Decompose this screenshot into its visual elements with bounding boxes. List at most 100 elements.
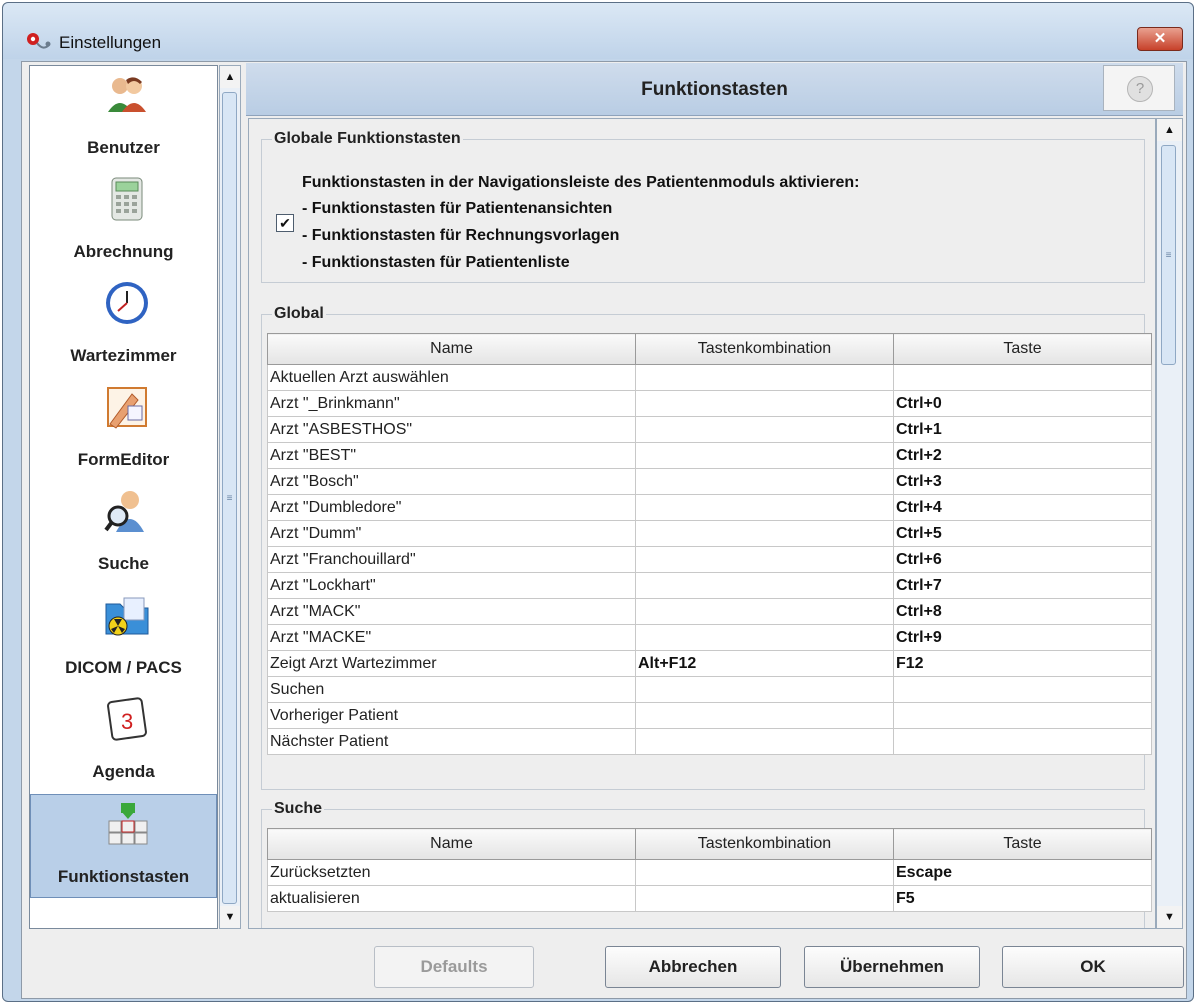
table-row[interactable]: Vorheriger Patient	[267, 702, 1152, 729]
cell-tastenkombination[interactable]	[635, 390, 894, 417]
column-header-tastenkombination[interactable]: Tastenkombination	[635, 828, 894, 860]
cell-tastenkombination[interactable]	[635, 442, 894, 469]
close-button[interactable]: ✕	[1137, 27, 1183, 51]
table-row[interactable]: aktualisieren F5	[267, 885, 1152, 912]
cell-taste[interactable]: Ctrl+3	[893, 468, 1152, 495]
table-row[interactable]: Aktuellen Arzt auswählen	[267, 364, 1152, 391]
sidebar-item-suche[interactable]: Suche	[30, 482, 217, 586]
table-row[interactable]: Arzt "Bosch" Ctrl+3	[267, 468, 1152, 495]
sidebar-item-dicom-pacs[interactable]: DICOM / PACS	[30, 586, 217, 690]
scroll-up-arrow-icon[interactable]: ▲	[1157, 119, 1182, 141]
table-row[interactable]: Zurücksetzten Escape	[267, 859, 1152, 886]
table-row[interactable]: Arzt "_Brinkmann" Ctrl+0	[267, 390, 1152, 417]
cell-taste[interactable]	[893, 728, 1152, 755]
cell-taste[interactable]: Ctrl+1	[893, 416, 1152, 443]
cell-name[interactable]: Arzt "Franchouillard"	[267, 546, 636, 573]
sidebar-item-benutzer[interactable]: Benutzer	[30, 66, 217, 170]
scroll-down-arrow-icon[interactable]: ▼	[220, 906, 240, 928]
sidebar-item-wartezimmer[interactable]: Wartezimmer	[30, 274, 217, 378]
cell-taste[interactable]: Ctrl+0	[893, 390, 1152, 417]
column-header-name[interactable]: Name	[267, 333, 636, 365]
cell-tastenkombination[interactable]	[635, 676, 894, 703]
cell-taste[interactable]: Ctrl+6	[893, 546, 1152, 573]
cell-taste[interactable]: Ctrl+7	[893, 572, 1152, 599]
apply-button[interactable]: Übernehmen	[804, 946, 980, 988]
column-header-tastenkombination[interactable]: Tastenkombination	[635, 333, 894, 365]
cancel-button[interactable]: Abbrechen	[605, 946, 781, 988]
table-row[interactable]: Zeigt Arzt Wartezimmer Alt+F12 F12	[267, 650, 1152, 677]
cell-name[interactable]: Suchen	[267, 676, 636, 703]
table-row[interactable]: Arzt "MACK" Ctrl+8	[267, 598, 1152, 625]
column-header-name[interactable]: Name	[267, 828, 636, 860]
sidebar-item-formeditor[interactable]: FormEditor	[30, 378, 217, 482]
defaults-button[interactable]: Defaults	[374, 946, 534, 988]
content-scroll-thumb[interactable]: ≡	[1161, 145, 1176, 365]
cell-tastenkombination[interactable]	[635, 885, 894, 912]
cell-name[interactable]: Aktuellen Arzt auswählen	[267, 364, 636, 391]
sidebar-item-funktionstasten[interactable]: Funktionstasten	[30, 794, 217, 898]
cell-taste[interactable]: Ctrl+5	[893, 520, 1152, 547]
cell-tastenkombination[interactable]	[635, 364, 894, 391]
column-header-taste[interactable]: Taste	[893, 333, 1152, 365]
cell-name[interactable]: Zeigt Arzt Wartezimmer	[267, 650, 636, 677]
cell-tastenkombination[interactable]	[635, 624, 894, 651]
table-row[interactable]: Nächster Patient	[267, 728, 1152, 755]
cell-tastenkombination[interactable]	[635, 728, 894, 755]
table-row[interactable]: Arzt "BEST" Ctrl+2	[267, 442, 1152, 469]
cell-tastenkombination[interactable]	[635, 702, 894, 729]
cell-tastenkombination[interactable]	[635, 572, 894, 599]
cell-tastenkombination[interactable]	[635, 494, 894, 521]
cell-taste[interactable]: Ctrl+8	[893, 598, 1152, 625]
table-row[interactable]: Arzt "MACKE" Ctrl+9	[267, 624, 1152, 651]
table-row[interactable]: Arzt "Dumm" Ctrl+5	[267, 520, 1152, 547]
cell-name[interactable]: aktualisieren	[267, 885, 636, 912]
table-row[interactable]: Suchen	[267, 676, 1152, 703]
cell-taste[interactable]	[893, 702, 1152, 729]
cell-name[interactable]: Zurücksetzten	[267, 859, 636, 886]
table-row[interactable]: Arzt "ASBESTHOS" Ctrl+1	[267, 416, 1152, 443]
ok-button[interactable]: OK	[1002, 946, 1184, 988]
cell-name[interactable]: Arzt "MACK"	[267, 598, 636, 625]
cell-taste[interactable]	[893, 676, 1152, 703]
cell-name[interactable]: Arzt "Dumm"	[267, 520, 636, 547]
sidebar-item-label: Abrechnung	[73, 242, 174, 261]
sidebar: Benutzer Abrechnung Wartezimmer FormEdit…	[29, 65, 218, 929]
sidebar-item-agenda[interactable]: 3 Agenda	[30, 690, 217, 794]
cell-name[interactable]: Arzt "Lockhart"	[267, 572, 636, 599]
cell-name[interactable]: Arzt "MACKE"	[267, 624, 636, 651]
cell-tastenkombination[interactable]	[635, 546, 894, 573]
cell-tastenkombination[interactable]	[635, 859, 894, 886]
cell-tastenkombination[interactable]	[635, 520, 894, 547]
content-scrollbar[interactable]: ▲ ≡ ▼	[1156, 118, 1183, 929]
cell-taste[interactable]: F5	[893, 885, 1152, 912]
cell-name[interactable]: Arzt "_Brinkmann"	[267, 390, 636, 417]
help-button[interactable]: ?	[1103, 65, 1175, 111]
cell-tastenkombination[interactable]	[635, 468, 894, 495]
cell-name[interactable]: Arzt "Bosch"	[267, 468, 636, 495]
sidebar-scrollbar[interactable]: ▲ ≡ ▼	[219, 65, 241, 929]
cell-name[interactable]: Arzt "Dumbledore"	[267, 494, 636, 521]
cell-tastenkombination[interactable]	[635, 598, 894, 625]
cell-taste[interactable]: Ctrl+9	[893, 624, 1152, 651]
table-row[interactable]: Arzt "Lockhart" Ctrl+7	[267, 572, 1152, 599]
scroll-down-arrow-icon[interactable]: ▼	[1157, 906, 1182, 928]
cell-taste[interactable]: F12	[893, 650, 1152, 677]
table-row[interactable]: Arzt "Franchouillard" Ctrl+6	[267, 546, 1152, 573]
cell-taste[interactable]	[893, 364, 1152, 391]
cell-tastenkombination[interactable]	[635, 416, 894, 443]
cell-name[interactable]: Arzt "ASBESTHOS"	[267, 416, 636, 443]
cell-tastenkombination[interactable]: Alt+F12	[635, 650, 894, 677]
cell-taste[interactable]: Escape	[893, 859, 1152, 886]
sidebar-scroll-thumb[interactable]: ≡	[222, 92, 237, 904]
cell-name[interactable]: Nächster Patient	[267, 728, 636, 755]
table-row[interactable]: Arzt "Dumbledore" Ctrl+4	[267, 494, 1152, 521]
sidebar-item-label: Benutzer	[87, 138, 160, 157]
sidebar-item-abrechnung[interactable]: Abrechnung	[30, 170, 217, 274]
cell-name[interactable]: Vorheriger Patient	[267, 702, 636, 729]
cell-taste[interactable]: Ctrl+2	[893, 442, 1152, 469]
scroll-up-arrow-icon[interactable]: ▲	[220, 66, 240, 88]
cell-taste[interactable]: Ctrl+4	[893, 494, 1152, 521]
column-header-taste[interactable]: Taste	[893, 828, 1152, 860]
enable-function-keys-checkbox[interactable]: ✔	[276, 214, 294, 232]
cell-name[interactable]: Arzt "BEST"	[267, 442, 636, 469]
